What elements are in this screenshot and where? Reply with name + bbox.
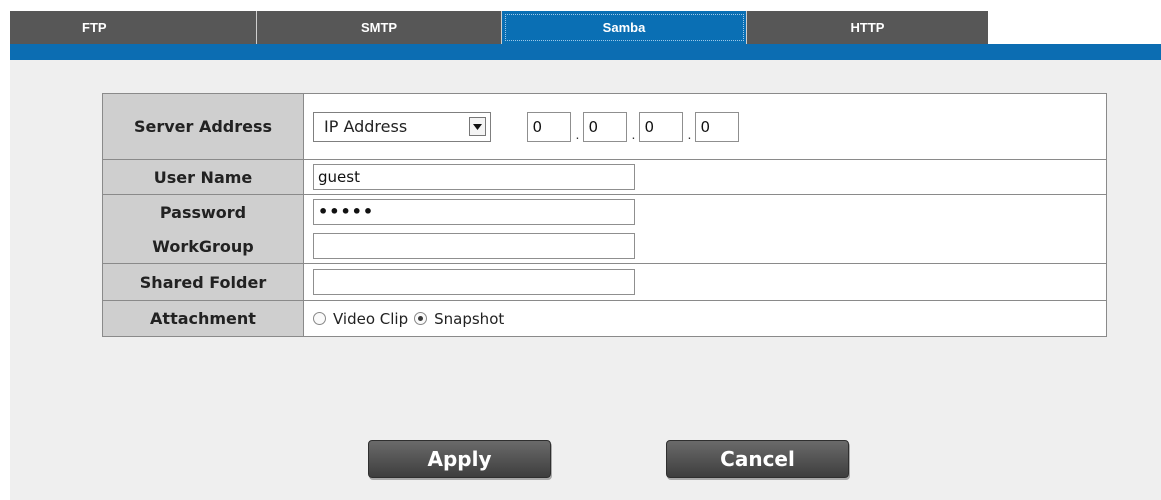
video-clip-radio[interactable]: [313, 312, 326, 325]
attachment-radio-group: Video Clip Snapshot: [313, 310, 1106, 328]
ip-octet-3[interactable]: 0: [639, 111, 684, 142]
server-address-label: Server Address: [102, 93, 304, 160]
tab-ftp[interactable]: FTP: [10, 11, 257, 44]
snapshot-label[interactable]: Snapshot: [434, 310, 504, 328]
ip-separator: .: [575, 125, 580, 142]
video-clip-label[interactable]: Video Clip: [333, 310, 408, 328]
workgroup-input[interactable]: [313, 233, 635, 259]
ip-octet-2[interactable]: 0: [583, 111, 628, 142]
apply-button[interactable]: Apply: [368, 440, 551, 478]
tab-samba[interactable]: Samba: [502, 11, 747, 44]
ip-octet-1[interactable]: 0: [527, 111, 572, 142]
tab-bar: FTP SMTP Samba HTTP: [10, 11, 988, 44]
samba-form: Server Address IP Address 0 . 0 . 0 . 0: [102, 93, 1107, 337]
tab-label: Samba: [602, 20, 646, 35]
tab-smtp[interactable]: SMTP: [257, 11, 502, 44]
user-name-input[interactable]: guest: [313, 164, 635, 190]
samba-settings-panel: Server Address IP Address 0 . 0 . 0 . 0: [10, 60, 1161, 500]
ip-separator: .: [631, 125, 636, 142]
shared-folder-input[interactable]: [313, 269, 635, 295]
tab-label: SMTP: [360, 20, 398, 35]
user-name-cell: guest: [303, 159, 1107, 195]
shared-folder-cell: [303, 263, 1107, 301]
ip-separator: .: [687, 125, 692, 142]
workgroup-cell: [303, 229, 1107, 264]
password-cell: •••••: [303, 194, 1107, 229]
tab-http[interactable]: HTTP: [747, 11, 988, 44]
address-type-value: IP Address: [324, 117, 408, 136]
tab-label: FTP: [82, 20, 107, 35]
attachment-label: Attachment: [102, 300, 304, 337]
server-address-cell: IP Address 0 . 0 . 0 . 0: [303, 93, 1107, 160]
user-name-label: User Name: [102, 159, 304, 195]
password-input[interactable]: •••••: [313, 199, 635, 225]
snapshot-radio[interactable]: [414, 312, 428, 325]
shared-folder-label: Shared Folder: [102, 263, 304, 301]
address-type-select[interactable]: IP Address: [313, 111, 491, 142]
workgroup-label: WorkGroup: [102, 229, 304, 264]
password-label: Password: [102, 194, 304, 229]
cancel-button[interactable]: Cancel: [666, 440, 849, 478]
ip-address-field: 0 . 0 . 0 . 0: [527, 111, 740, 142]
tab-underline: [10, 44, 1161, 60]
attachment-cell: Video Clip Snapshot: [303, 300, 1107, 337]
chevron-down-icon[interactable]: [469, 117, 486, 136]
ip-octet-4[interactable]: 0: [695, 111, 740, 142]
tab-label: HTTP: [850, 20, 885, 35]
radio-selected-dot: [418, 316, 424, 321]
